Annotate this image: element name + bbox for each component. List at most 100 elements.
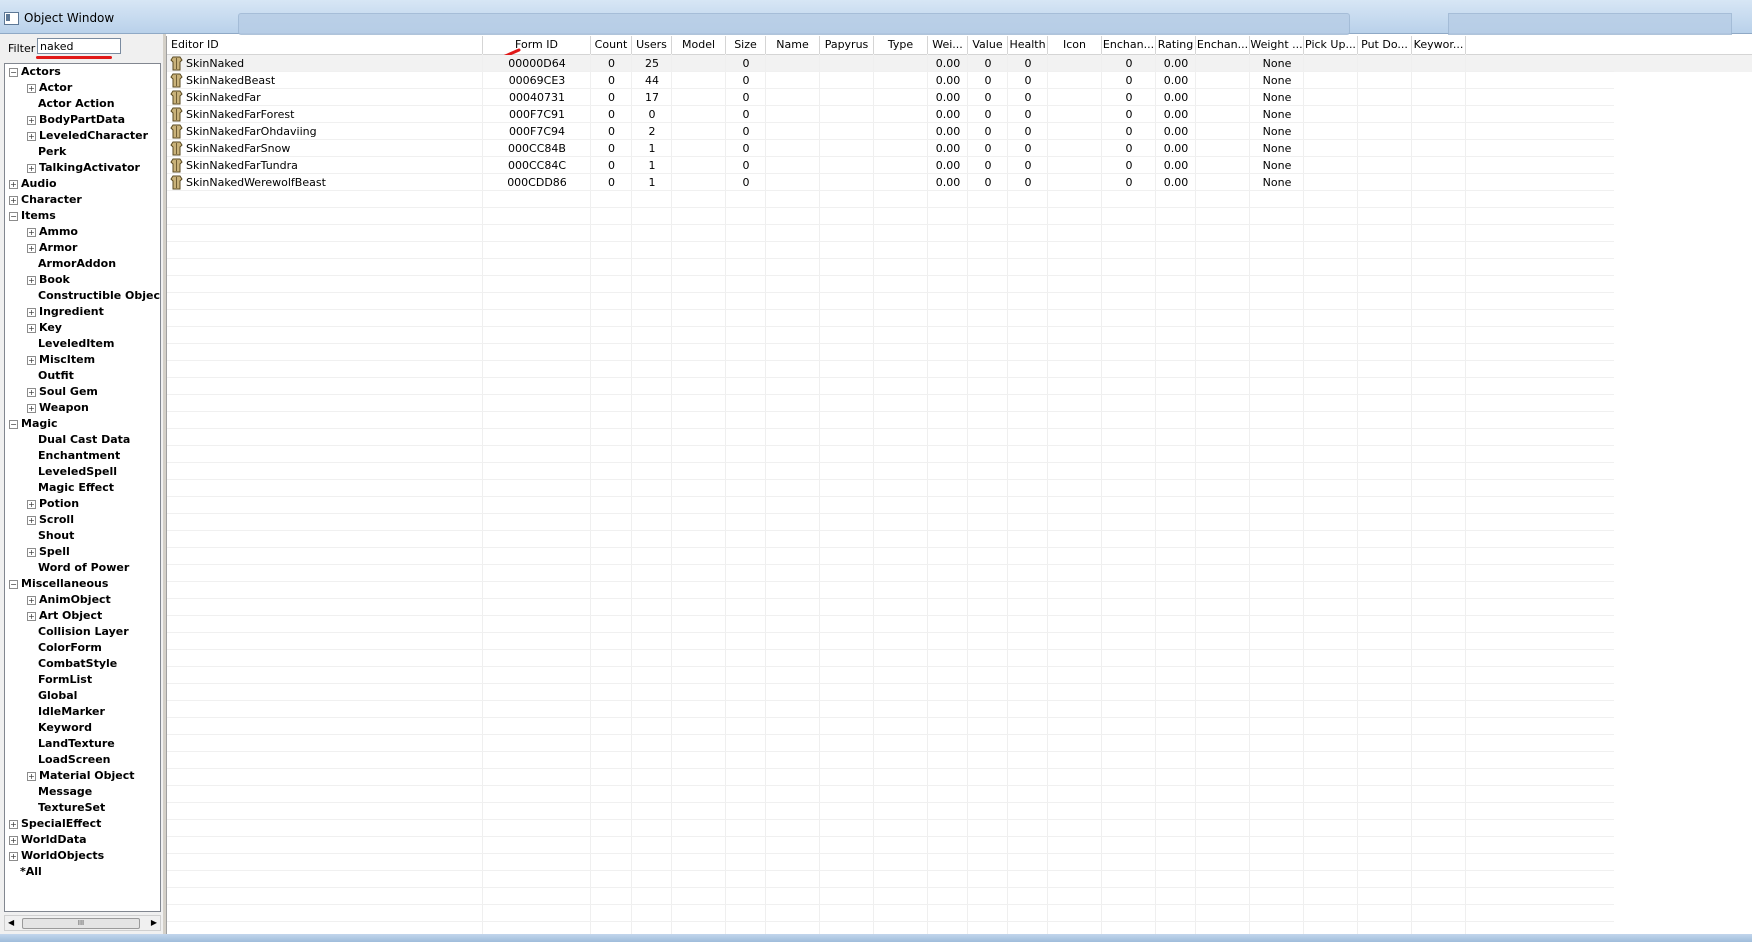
tree-item[interactable]: Actor Action xyxy=(27,96,115,112)
tree-item[interactable]: + MiscItem xyxy=(27,352,95,368)
tree-item[interactable]: Magic Effect xyxy=(27,480,114,496)
table-row[interactable]: SkinNakedBeast 00069CE3 0 44 0 0.00 0 0 0 0.00 Non… xyxy=(167,72,1752,89)
expand-icon[interactable]: + xyxy=(9,179,18,189)
expand-icon[interactable]: + xyxy=(27,131,36,141)
table-row[interactable]: SkinNakedFarForest 000F7C91 0 0 0 0.00 0 0 0 0.00… xyxy=(167,106,1752,123)
tree-item[interactable]: ColorForm xyxy=(27,640,102,656)
collapse-icon[interactable]: − xyxy=(9,211,18,221)
object-list[interactable]: Editor ID Form ID Count Users Model Size Name P… xyxy=(166,36,1752,934)
tree-item[interactable]: + Key xyxy=(27,320,62,336)
table-row[interactable]: SkinNakedFarOhdaviing 000F7C94 0 2 0 0.00 0 0 0 0… xyxy=(167,123,1752,140)
tree-item[interactable]: + Armor xyxy=(27,240,77,256)
tree-item[interactable]: Outfit xyxy=(27,368,74,384)
expand-icon[interactable]: + xyxy=(9,819,18,829)
column-header[interactable]: Keywor... xyxy=(1412,36,1466,54)
tree-item[interactable]: Collision Layer xyxy=(27,624,129,640)
expand-icon[interactable]: + xyxy=(27,243,36,253)
expand-icon[interactable]: + xyxy=(9,851,18,861)
column-header[interactable]: Name xyxy=(766,36,820,54)
tree-item[interactable]: + TalkingActivator xyxy=(27,160,140,176)
tree-item[interactable]: + Soul Gem xyxy=(27,384,98,400)
expand-icon[interactable]: + xyxy=(27,547,36,557)
expand-icon[interactable]: + xyxy=(27,323,36,333)
column-header[interactable]: Weight ... xyxy=(1250,36,1304,54)
expand-icon[interactable]: + xyxy=(27,387,36,397)
tree-item[interactable]: Word of Power xyxy=(27,560,129,576)
tree-item[interactable]: + Spell xyxy=(27,544,70,560)
tree-item[interactable]: *All xyxy=(9,864,42,880)
tree-item[interactable]: LeveledSpell xyxy=(27,464,117,480)
collapse-icon[interactable]: − xyxy=(9,579,18,589)
column-header[interactable]: Count xyxy=(591,36,632,54)
expand-icon[interactable]: + xyxy=(9,195,18,205)
expand-icon[interactable]: + xyxy=(27,83,36,93)
tree-item[interactable]: + Potion xyxy=(27,496,79,512)
column-header[interactable]: Icon xyxy=(1048,36,1102,54)
tree-item[interactable]: ArmorAddon xyxy=(27,256,116,272)
expand-icon[interactable]: + xyxy=(27,403,36,413)
tree-item[interactable]: + Material Object xyxy=(27,768,135,784)
tree-item[interactable]: + BodyPartData xyxy=(27,112,125,128)
scroll-thumb[interactable]: III xyxy=(22,918,140,929)
column-header[interactable]: Size xyxy=(726,36,766,54)
column-header[interactable]: Put Do... xyxy=(1358,36,1412,54)
tree-item[interactable]: − Magic xyxy=(9,416,58,432)
tree-item[interactable]: CombatStyle xyxy=(27,656,117,672)
expand-icon[interactable]: + xyxy=(27,163,36,173)
tree-item[interactable]: + Actor xyxy=(27,80,72,96)
table-row[interactable]: SkinNaked 00000D64 0 25 0 0.00 0 0 0 0.00 None xyxy=(167,55,1752,72)
column-header[interactable]: Enchan... xyxy=(1196,36,1250,54)
tree-item[interactable]: + Weapon xyxy=(27,400,89,416)
tree-item[interactable]: Perk xyxy=(27,144,66,160)
expand-icon[interactable]: + xyxy=(27,595,36,605)
filter-input[interactable] xyxy=(37,38,121,54)
column-header[interactable]: Pick Up... xyxy=(1304,36,1358,54)
column-header[interactable]: Model xyxy=(672,36,726,54)
expand-icon[interactable]: + xyxy=(27,307,36,317)
column-header[interactable]: Value xyxy=(968,36,1008,54)
tree-item[interactable]: + Audio xyxy=(9,176,57,192)
tree-item[interactable]: + WorldObjects xyxy=(9,848,104,864)
expand-icon[interactable]: + xyxy=(27,275,36,285)
tree-item[interactable]: Keyword xyxy=(27,720,92,736)
tree-item[interactable]: LoadScreen xyxy=(27,752,110,768)
expand-icon[interactable]: + xyxy=(9,835,18,845)
tree-item[interactable]: − Items xyxy=(9,208,56,224)
expand-icon[interactable]: + xyxy=(27,499,36,509)
tree-item[interactable]: IdleMarker xyxy=(27,704,105,720)
title-bar[interactable]: Object Window xyxy=(0,0,1752,35)
tree-item[interactable]: + LeveledCharacter xyxy=(27,128,148,144)
collapse-icon[interactable]: − xyxy=(9,67,18,77)
tree-item[interactable]: Message xyxy=(27,784,92,800)
table-row[interactable]: SkinNakedFarSnow 000CC84B 0 1 0 0.00 0 0 0 0.00 No… xyxy=(167,140,1752,157)
tree-item[interactable]: TextureSet xyxy=(27,800,105,816)
tree-item[interactable]: Shout xyxy=(27,528,74,544)
tree-item[interactable]: LandTexture xyxy=(27,736,115,752)
tree-item[interactable]: Global xyxy=(27,688,77,704)
table-row[interactable]: SkinNakedFar 00040731 0 17 0 0.00 0 0 0 0.00 None xyxy=(167,89,1752,106)
tree-item[interactable]: + Book xyxy=(27,272,70,288)
column-header[interactable]: Users xyxy=(632,36,672,54)
scroll-left-icon[interactable]: ◀ xyxy=(8,918,14,927)
expand-icon[interactable]: + xyxy=(27,115,36,125)
tree-item[interactable]: FormList xyxy=(27,672,92,688)
expand-icon[interactable]: + xyxy=(27,227,36,237)
column-header[interactable]: Enchan... xyxy=(1102,36,1156,54)
tree-item[interactable]: + AnimObject xyxy=(27,592,111,608)
category-tree[interactable]: − Actors + Actor Actor Action + BodyPartData + L… xyxy=(4,63,161,912)
tree-item[interactable]: + Ammo xyxy=(27,224,78,240)
expand-icon[interactable]: + xyxy=(27,355,36,365)
tree-item[interactable]: + Ingredient xyxy=(27,304,104,320)
scroll-right-icon[interactable]: ▶ xyxy=(151,918,157,927)
tree-item[interactable]: + SpecialEffect xyxy=(9,816,101,832)
tree-item[interactable]: + Character xyxy=(9,192,82,208)
column-header[interactable]: Editor ID xyxy=(167,36,483,54)
expand-icon[interactable]: + xyxy=(27,771,36,781)
tree-item[interactable]: − Miscellaneous xyxy=(9,576,108,592)
table-row[interactable]: SkinNakedFarTundra 000CC84C 0 1 0 0.00 0 0 0 0.00… xyxy=(167,157,1752,174)
tree-item[interactable]: − Actors xyxy=(9,64,61,80)
expand-icon[interactable]: + xyxy=(27,515,36,525)
column-header[interactable]: Papyrus xyxy=(820,36,874,54)
collapse-icon[interactable]: − xyxy=(9,419,18,429)
tree-item[interactable]: Constructible Objec xyxy=(27,288,160,304)
